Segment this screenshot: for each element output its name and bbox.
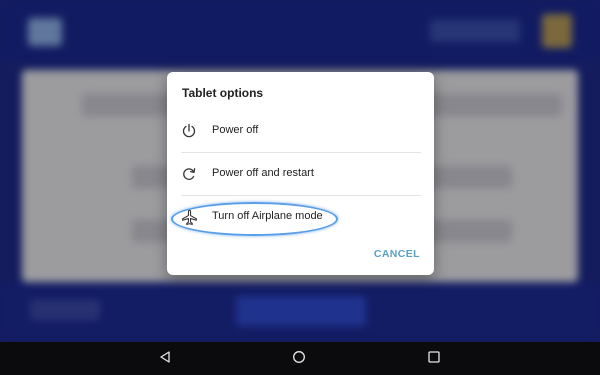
back-triangle-icon [158, 350, 172, 369]
navigation-bar [0, 342, 600, 375]
back-button[interactable] [154, 348, 176, 370]
tablet-options-dialog: Tablet options Power off Power off and r… [167, 72, 434, 275]
airplane-icon [179, 207, 199, 227]
recent-apps-square-icon [427, 350, 441, 369]
cancel-button[interactable]: CANCEL [374, 248, 420, 260]
power-off-option[interactable]: Power off [167, 110, 434, 152]
dialog-title: Tablet options [182, 86, 264, 100]
recent-apps-button[interactable] [423, 348, 445, 370]
tablet-screen: Tablet options Power off Power off and r… [0, 0, 600, 375]
restart-icon [179, 164, 199, 184]
turn-off-airplane-mode-option[interactable]: Turn off Airplane mode [167, 196, 434, 238]
home-circle-icon [292, 350, 306, 369]
power-off-and-restart-label: Power off and restart [212, 167, 314, 179]
power-off-label: Power off [212, 124, 259, 136]
turn-off-airplane-mode-label: Turn off Airplane mode [212, 210, 323, 222]
power-icon [179, 121, 199, 141]
home-button[interactable] [288, 348, 310, 370]
power-off-and-restart-option[interactable]: Power off and restart [167, 153, 434, 195]
